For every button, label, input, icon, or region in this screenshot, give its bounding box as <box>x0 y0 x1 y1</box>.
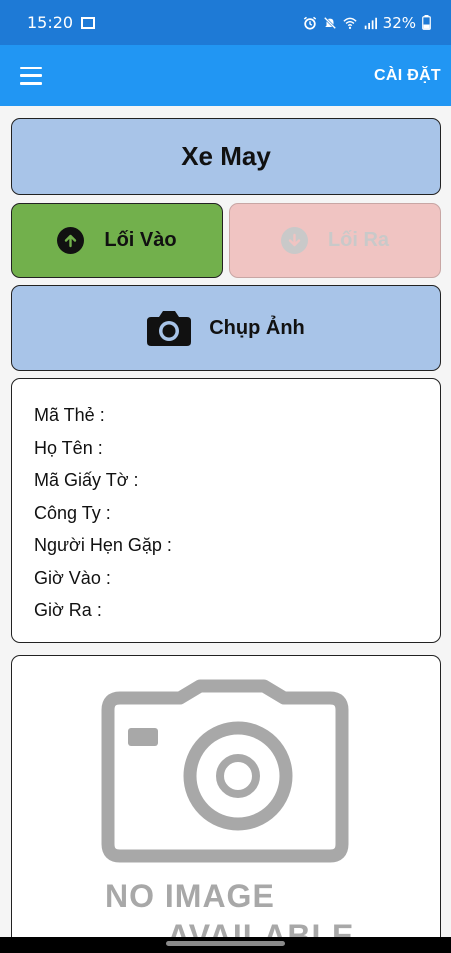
entry-button-label: Lối Vào <box>104 229 177 251</box>
home-gesture-handle[interactable] <box>166 941 285 946</box>
document-id-label: Mã Giấy Tờ : <box>34 470 139 490</box>
status-icons: 32% <box>303 14 431 32</box>
exit-button-label: Lối Ra <box>327 229 390 251</box>
card-id-label: Mã Thẻ : <box>34 405 105 425</box>
gallery-notification-icon <box>81 16 96 29</box>
battery-icon <box>422 15 431 30</box>
entry-button[interactable]: Lối Vào <box>11 203 223 278</box>
photo-preview: NO IMAGE AVAILABLE <box>11 655 441 953</box>
company-label: Công Ty : <box>34 502 111 523</box>
settings-button[interactable]: CÀI ĐẶT <box>374 67 441 85</box>
mute-icon <box>323 16 336 29</box>
vehicle-type-card: Xe May <box>11 118 441 195</box>
status-bar: 15:20 32% <box>0 0 451 45</box>
vehicle-type-label: Xe May <box>181 141 271 171</box>
take-photo-label: Chụp Ảnh <box>209 316 305 339</box>
camera-icon <box>147 311 192 346</box>
wifi-icon <box>343 17 357 29</box>
take-photo-button[interactable]: Chụp Ảnh <box>11 285 441 371</box>
arrow-up-circle-icon <box>57 227 85 254</box>
signal-icon <box>364 17 377 29</box>
time-out-label: Giờ Ra : <box>34 600 102 620</box>
name-label: Họ Tên : <box>34 437 103 458</box>
info-card: Mã Thẻ : Họ Tên : Mã Giấy Tờ : Công Ty :… <box>11 378 441 643</box>
status-time: 15:20 <box>27 13 74 32</box>
hamburger-icon[interactable] <box>20 66 42 85</box>
time-in-label: Giờ Vào : <box>34 567 111 588</box>
app-bar: CÀI ĐẶT <box>0 45 451 106</box>
battery-percent: 32% <box>382 13 416 32</box>
host-label: Người Hẹn Gặp : <box>34 535 172 555</box>
exit-button[interactable]: Lối Ra <box>229 203 441 278</box>
alarm-icon <box>303 16 316 30</box>
no-image-text: NO IMAGE <box>105 878 275 914</box>
arrow-down-circle-icon <box>280 227 308 254</box>
